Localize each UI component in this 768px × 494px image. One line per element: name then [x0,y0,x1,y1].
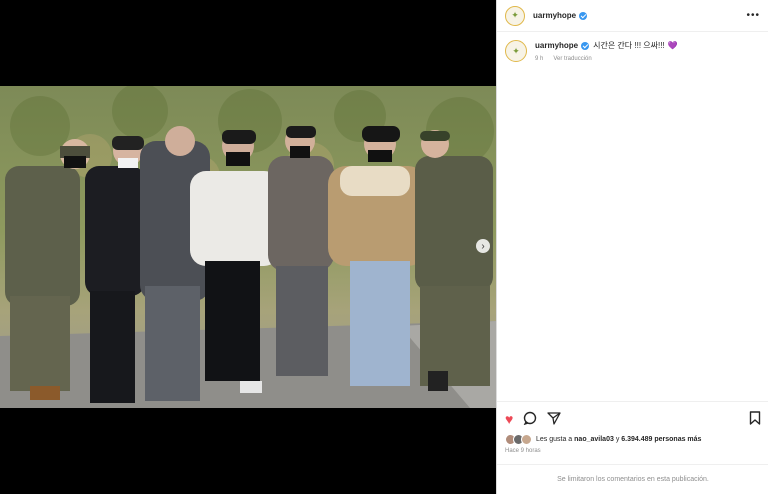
avatar-image-icon: ✦ [512,45,520,56]
comments-limited-notice: Se limitaron los comentarios en esta pub… [497,464,768,494]
post-timestamp: Hace 9 horas [505,448,541,454]
heart-filled-icon[interactable]: ♥ [505,412,513,426]
avatar-image-icon: ✦ [511,10,519,20]
likes-summary[interactable]: Les gusta a nao_avila03 y 6.394.489 pers… [497,428,768,445]
caption-text: 시간은 간다 !!! 으싸!!! [593,41,665,50]
post-details-panel: ✦ uarmyhope ••• ✦ uarmyhope 시간은 간다 !!! 으… [496,0,768,494]
profile-avatar[interactable]: ✦ [505,5,525,26]
instagram-post-viewer: › ✦ uarmyhope ••• ✦ uarmyhope 시간은 간다 !!!… [0,0,768,494]
caption-time: 9 h [535,56,544,62]
likes-count[interactable]: 6.394.489 personas más [621,436,701,443]
chevron-right-icon: › [481,240,485,252]
liked-by-user[interactable]: nao_avila03 [574,436,614,443]
next-image-button[interactable]: › [476,239,490,253]
purple-heart-emoji: 💜 [667,41,678,50]
comment-icon[interactable] [523,411,537,427]
more-horizontal-icon[interactable]: ••• [746,10,760,21]
bookmark-icon[interactable] [749,411,761,427]
liker-avatar [521,434,532,445]
see-translation-link[interactable]: Ver traducción [553,56,591,62]
verified-badge-icon [581,41,590,50]
action-bar: ♥ [497,402,768,428]
caption-body: uarmyhope 시간은 간다 !!! 으싸!!! 💜 9 h Ver tra… [535,40,678,62]
post-header: ✦ uarmyhope ••• [497,0,768,32]
liker-avatars [505,434,532,445]
post-footer: ♥ Les gusta a nao_avila03 y 6.394.489 pe [497,401,768,494]
post-photo[interactable] [0,86,496,408]
header-username[interactable]: uarmyhope [533,11,576,20]
group-photo-illustration [0,86,496,408]
caption-line: uarmyhope 시간은 간다 !!! 으싸!!! 💜 [535,40,678,51]
caption-username[interactable]: uarmyhope [535,41,578,50]
caption: ✦ uarmyhope 시간은 간다 !!! 으싸!!! 💜 9 h Ver t… [497,32,768,62]
caption-meta: 9 h Ver traducción [535,56,678,62]
verified-badge-icon [579,11,588,20]
media-area: › [0,0,496,494]
likes-prefix: Les gusta a [536,436,573,443]
caption-avatar[interactable]: ✦ [505,40,527,62]
likes-connector: y [615,436,620,443]
share-icon[interactable] [547,411,561,427]
